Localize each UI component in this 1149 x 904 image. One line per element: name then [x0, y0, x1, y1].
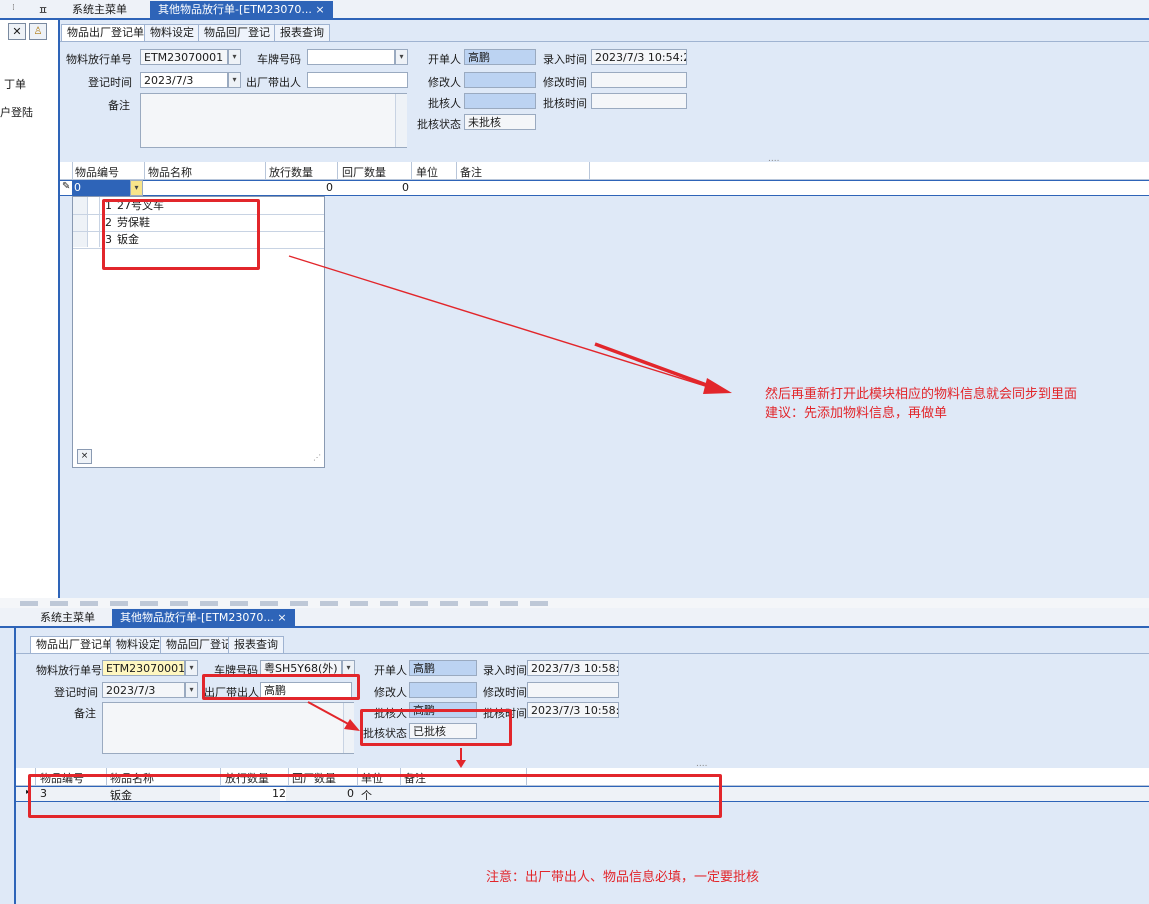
arrow-annotations: [307, 701, 466, 768]
annotation-line-2: 建议：先添加物料信息，再做单: [765, 406, 948, 421]
annotation-line-1: 然后再重新打开此模块相应的物料信息就会同步到里面: [765, 387, 1078, 402]
panel-bottom: 系统主菜单 其他物品放行单-[ETM23070... × 物品出厂登记单 物料设…: [0, 598, 1149, 904]
arrow-annotation: [288, 255, 732, 394]
annotation-line-3: 注意：出厂带出人、物品信息必填，一定要批核: [486, 870, 760, 885]
panel-top: ⁞ ㅍ 系统主菜单 其他物品放行单-[ETM23070... × ✕ ♙ 丁单 …: [0, 0, 1149, 598]
